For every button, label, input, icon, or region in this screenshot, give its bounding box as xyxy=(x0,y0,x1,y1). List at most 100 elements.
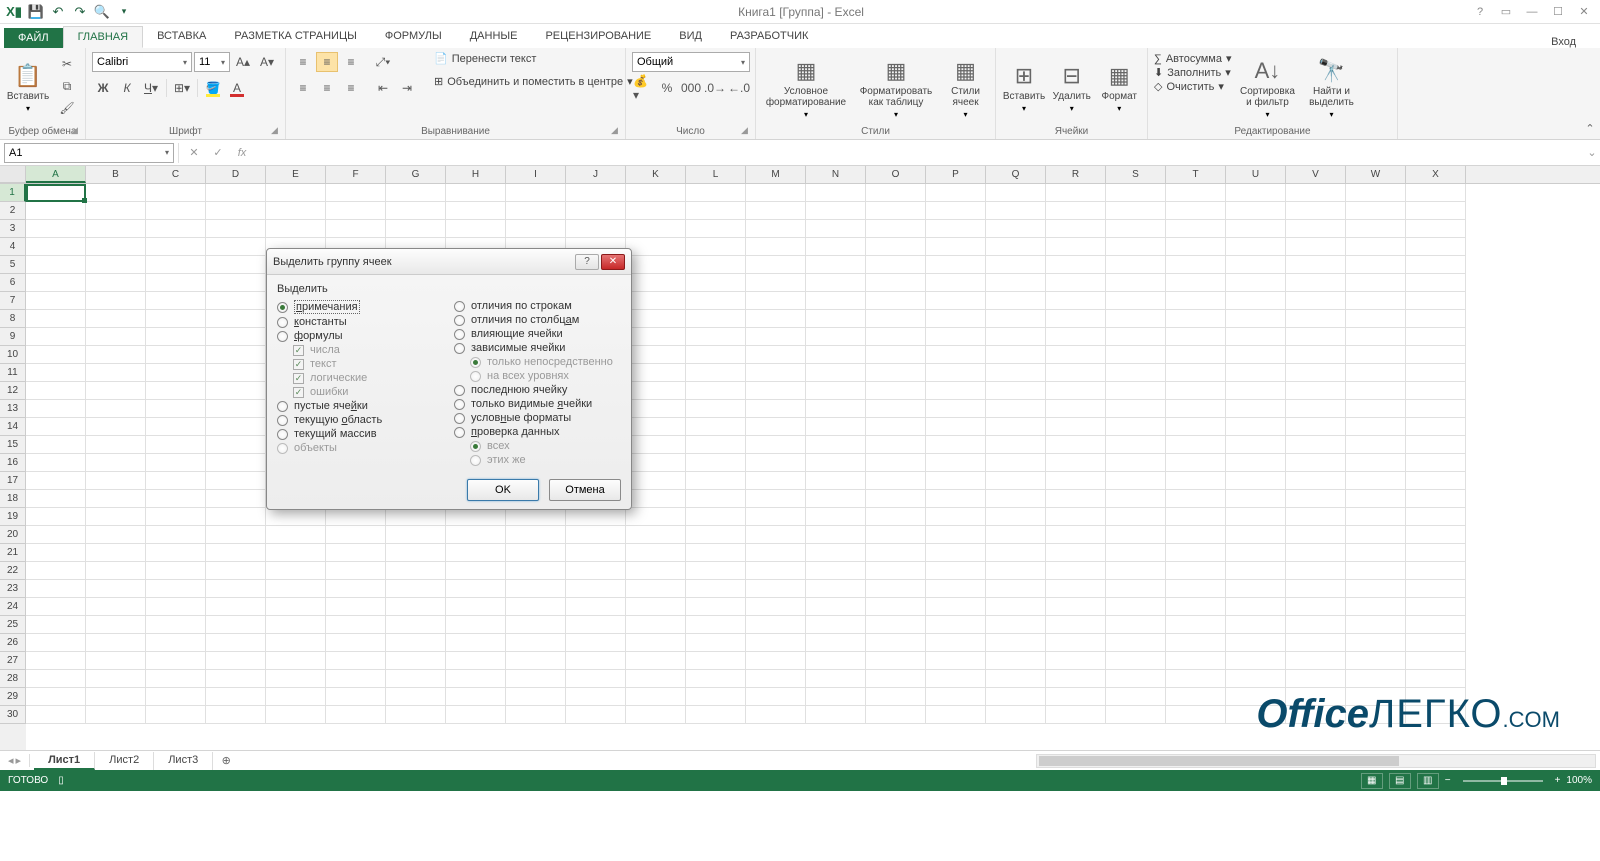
cell[interactable] xyxy=(86,202,146,220)
cell[interactable] xyxy=(1346,598,1406,616)
collapse-ribbon-icon[interactable]: ⌃ xyxy=(1580,48,1600,139)
cell[interactable] xyxy=(446,526,506,544)
cell[interactable] xyxy=(746,490,806,508)
cell[interactable] xyxy=(1346,634,1406,652)
cell[interactable] xyxy=(1406,436,1466,454)
italic-icon[interactable]: К xyxy=(116,78,138,98)
column-header[interactable]: E xyxy=(266,166,326,183)
cell[interactable] xyxy=(1406,202,1466,220)
cell[interactable] xyxy=(746,310,806,328)
cell[interactable] xyxy=(1226,310,1286,328)
cell[interactable] xyxy=(86,364,146,382)
cell[interactable] xyxy=(1286,400,1346,418)
cell[interactable] xyxy=(626,418,686,436)
cell[interactable] xyxy=(1346,526,1406,544)
cell[interactable] xyxy=(266,508,326,526)
launcher-icon[interactable]: ◢ xyxy=(71,125,83,137)
normal-view-icon[interactable]: ▦ xyxy=(1361,773,1383,789)
decrease-decimal-icon[interactable]: ←.0 xyxy=(728,78,750,98)
cell[interactable] xyxy=(806,364,866,382)
cell[interactable] xyxy=(746,436,806,454)
cell[interactable] xyxy=(926,634,986,652)
cell[interactable] xyxy=(926,616,986,634)
column-header[interactable]: C xyxy=(146,166,206,183)
cell[interactable] xyxy=(626,544,686,562)
cell[interactable] xyxy=(506,598,566,616)
fill-color-icon[interactable]: 🪣 xyxy=(202,78,224,98)
login-link[interactable]: Вход xyxy=(1551,36,1600,48)
cell[interactable] xyxy=(1286,256,1346,274)
cell[interactable] xyxy=(86,634,146,652)
cell[interactable] xyxy=(506,580,566,598)
cell[interactable] xyxy=(86,184,146,202)
cell[interactable] xyxy=(1406,346,1466,364)
cell[interactable] xyxy=(806,256,866,274)
zoom-level[interactable]: 100% xyxy=(1566,775,1592,786)
cell[interactable] xyxy=(1046,562,1106,580)
column-header[interactable]: T xyxy=(1166,166,1226,183)
cell[interactable] xyxy=(866,292,926,310)
cell[interactable] xyxy=(1226,256,1286,274)
cell[interactable] xyxy=(1166,454,1226,472)
cell[interactable] xyxy=(926,670,986,688)
cell[interactable] xyxy=(206,562,266,580)
cell[interactable] xyxy=(1106,472,1166,490)
cell[interactable] xyxy=(326,220,386,238)
cell[interactable] xyxy=(1166,184,1226,202)
cell[interactable] xyxy=(266,184,326,202)
cell[interactable] xyxy=(1046,706,1106,724)
cell[interactable] xyxy=(1406,544,1466,562)
cell[interactable] xyxy=(806,220,866,238)
cell[interactable] xyxy=(386,508,446,526)
cell[interactable] xyxy=(866,328,926,346)
cell[interactable] xyxy=(1166,328,1226,346)
cell[interactable] xyxy=(206,238,266,256)
cell[interactable] xyxy=(386,202,446,220)
cell[interactable] xyxy=(866,310,926,328)
cell[interactable] xyxy=(446,508,506,526)
borders-icon[interactable]: ⊞▾ xyxy=(171,78,193,98)
cell[interactable] xyxy=(1106,328,1166,346)
row-header[interactable]: 25 xyxy=(0,616,26,634)
cell[interactable] xyxy=(926,310,986,328)
cell[interactable] xyxy=(866,580,926,598)
cell[interactable] xyxy=(986,400,1046,418)
radio-пустые-ячейки[interactable]: пустые ячейки xyxy=(277,399,444,413)
cell[interactable] xyxy=(386,688,446,706)
row-header[interactable]: 9 xyxy=(0,328,26,346)
cell[interactable] xyxy=(506,652,566,670)
ok-button[interactable]: OK xyxy=(467,479,539,501)
cell[interactable] xyxy=(1046,688,1106,706)
cell[interactable] xyxy=(926,508,986,526)
cell[interactable] xyxy=(26,472,86,490)
cell[interactable] xyxy=(86,562,146,580)
cell[interactable] xyxy=(986,580,1046,598)
cell[interactable] xyxy=(26,238,86,256)
cell[interactable] xyxy=(866,706,926,724)
cell[interactable] xyxy=(206,364,266,382)
cell[interactable] xyxy=(806,292,866,310)
cell[interactable] xyxy=(686,454,746,472)
cell[interactable] xyxy=(866,382,926,400)
cell[interactable] xyxy=(1286,526,1346,544)
cell[interactable] xyxy=(686,184,746,202)
cell[interactable] xyxy=(746,544,806,562)
cell[interactable] xyxy=(746,670,806,688)
cell[interactable] xyxy=(866,220,926,238)
cell[interactable] xyxy=(86,400,146,418)
cell[interactable] xyxy=(926,436,986,454)
cell[interactable] xyxy=(206,580,266,598)
cell[interactable] xyxy=(926,292,986,310)
cell[interactable] xyxy=(1346,346,1406,364)
cell[interactable] xyxy=(1286,184,1346,202)
cell[interactable] xyxy=(266,220,326,238)
radio-отличия-по-столбцам[interactable]: отличия по столбцам xyxy=(454,313,621,327)
cell[interactable] xyxy=(506,634,566,652)
cell[interactable] xyxy=(1406,274,1466,292)
cell[interactable] xyxy=(626,256,686,274)
cell[interactable] xyxy=(86,292,146,310)
cell[interactable] xyxy=(806,346,866,364)
cell[interactable] xyxy=(386,580,446,598)
cell[interactable] xyxy=(506,688,566,706)
cell[interactable] xyxy=(626,652,686,670)
